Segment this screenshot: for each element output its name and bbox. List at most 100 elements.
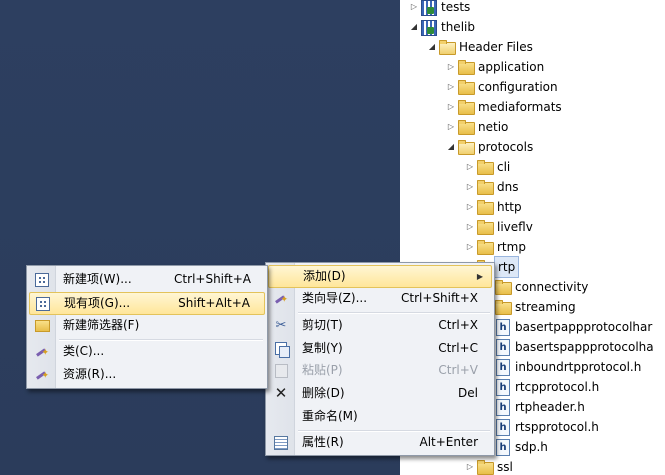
menu-item-new-filter[interactable]: 新建筛选器(F) — [29, 315, 265, 336]
tree-item-protocols[interactable]: ◢ protocols — [445, 137, 533, 157]
menu-item-paste: 粘贴(P) Ctrl+V — [268, 360, 492, 381]
menu-item-label: 类(C)... — [63, 344, 105, 358]
tree-item-label: thelib — [441, 20, 475, 34]
folder-icon — [457, 59, 475, 75]
tree-item-label: rtp — [494, 256, 520, 278]
folder-icon — [457, 99, 475, 115]
folder-icon — [494, 279, 512, 295]
menu-item-class[interactable]: 类(C)... — [29, 341, 265, 364]
expand-arrow-icon[interactable]: ▷ — [445, 97, 457, 117]
tree-item-label: Header Files — [459, 40, 533, 54]
tree-item-cli[interactable]: ▷ cli — [464, 157, 510, 177]
tree-item-configuration[interactable]: ▷ configuration — [445, 77, 558, 97]
menu-item-shortcut: Shift+Alt+A — [178, 296, 250, 310]
menu-item-label: 类向导(Z)... — [302, 291, 368, 305]
expand-arrow-icon[interactable]: ▷ — [445, 57, 457, 77]
tree-item-label: http — [497, 200, 522, 214]
tree-item-file[interactable]: rtcpprotocol.h — [494, 377, 599, 397]
expand-arrow-icon[interactable]: ▷ — [464, 237, 476, 257]
tree-item-label: application — [478, 60, 545, 74]
tree-item-application[interactable]: ▷ application — [445, 57, 544, 77]
tree-item-tests[interactable]: ▷ tests — [408, 0, 470, 17]
tree-item-label: liveflv — [497, 220, 533, 234]
collapse-arrow-icon[interactable]: ◢ — [426, 37, 438, 57]
menu-item-label: 复制(Y) — [302, 341, 343, 355]
folder-icon — [476, 199, 494, 215]
expand-arrow-icon[interactable]: ▷ — [464, 177, 476, 197]
menu-item-shortcut: Ctrl+V — [438, 363, 478, 377]
folder-icon — [476, 159, 494, 175]
menu-item-add[interactable]: 添加(D) ▶ — [268, 265, 492, 288]
tree-item-label: sdp.h — [515, 440, 548, 454]
tree-item-label: rtcpprotocol.h — [515, 380, 600, 394]
scissors-icon: ✂ — [275, 318, 287, 333]
expand-arrow-icon[interactable]: ▷ — [464, 217, 476, 237]
menu-item-rename[interactable]: 重命名(M) — [268, 406, 492, 427]
submenu-arrow-icon: ▶ — [476, 272, 483, 281]
tree-item-label: configuration — [478, 80, 558, 94]
expand-arrow-icon[interactable]: ▷ — [445, 77, 457, 97]
tree-item-header-files[interactable]: ◢ Header Files — [426, 37, 533, 57]
folder-icon — [457, 79, 475, 95]
tree-item-liveflv[interactable]: ▷ liveflv — [464, 217, 533, 237]
tree-item-label: streaming — [515, 300, 576, 314]
menu-item-properties[interactable]: 属性(R) Alt+Enter — [268, 432, 492, 453]
menu-item-label: 重命名(M) — [302, 409, 358, 423]
menu-item-class-wizard[interactable]: 类向导(Z)... Ctrl+Shift+X — [268, 288, 492, 311]
expand-arrow-icon[interactable]: ▷ — [464, 157, 476, 177]
tree-item-label: protocols — [478, 140, 534, 154]
menu-item-shortcut: Ctrl+Shift+A — [174, 272, 251, 286]
tree-item-file[interactable]: sdp.h — [494, 437, 548, 457]
header-file-icon — [494, 419, 512, 436]
folder-icon — [494, 299, 512, 315]
collapse-arrow-icon[interactable]: ◢ — [408, 17, 420, 37]
expand-arrow-icon[interactable]: ▷ — [408, 0, 420, 17]
header-file-icon — [494, 399, 512, 416]
tree-item-file[interactable]: basertspappprotocolha — [494, 337, 654, 357]
wizard-icon — [268, 288, 294, 311]
menu-item-label: 新建项(W)... — [63, 272, 132, 286]
header-file-icon — [494, 379, 512, 396]
header-file-icon — [494, 319, 512, 336]
paste-icon — [268, 360, 294, 381]
tree-item-file[interactable]: inboundrtpprotocol.h — [494, 357, 641, 377]
expand-arrow-icon[interactable]: ▷ — [464, 457, 476, 475]
menu-item-label: 剪切(T) — [302, 318, 343, 332]
tree-item-label: ssl — [497, 460, 513, 474]
menu-item-existing-item[interactable]: 现有项(G)... Shift+Alt+A — [29, 292, 265, 315]
tree-item-label: connectivity — [515, 280, 589, 294]
menu-item-cut[interactable]: ✂ 剪切(T) Ctrl+X — [268, 315, 492, 336]
project-icon — [420, 19, 438, 36]
menu-item-shortcut: Ctrl+Shift+X — [401, 291, 478, 305]
tree-item-thelib[interactable]: ◢ thelib — [408, 17, 475, 37]
tree-item-file[interactable]: rtspprotocol.h — [494, 417, 599, 437]
tree-item-mediaformats[interactable]: ▷ mediaformats — [445, 97, 562, 117]
add-submenu: 新建项(W)... Ctrl+Shift+A 现有项(G)... Shift+A… — [26, 265, 268, 389]
tree-item-ssl[interactable]: ▷ ssl — [464, 457, 513, 475]
tree-item-file[interactable]: rtpheader.h — [494, 397, 585, 417]
collapse-arrow-icon[interactable]: ◢ — [445, 137, 457, 157]
header-file-icon — [494, 339, 512, 356]
new-item-icon — [29, 269, 55, 290]
tree-item-label: cli — [497, 160, 511, 174]
menu-item-delete[interactable]: ✕ 删除(D) Del — [268, 383, 492, 404]
tree-item-connectivity[interactable]: connectivity — [494, 277, 588, 297]
menu-item-shortcut: Ctrl+C — [438, 341, 478, 355]
tree-item-file[interactable]: basertpappprotocolhar — [494, 317, 652, 337]
menu-item-copy[interactable]: 复制(Y) Ctrl+C — [268, 338, 492, 359]
menu-item-label: 新建筛选器(F) — [63, 318, 140, 332]
existing-item-icon — [30, 293, 56, 314]
tree-item-label: basertspappprotocolha — [515, 340, 654, 354]
expand-arrow-icon[interactable]: ▷ — [445, 117, 457, 137]
tree-item-rtmp[interactable]: ▷ rtmp — [464, 237, 526, 257]
tree-item-http[interactable]: ▷ http — [464, 197, 522, 217]
folder-icon — [476, 219, 494, 235]
tree-item-dns[interactable]: ▷ dns — [464, 177, 518, 197]
tree-item-label: inboundrtpprotocol.h — [515, 360, 642, 374]
expand-arrow-icon[interactable]: ▷ — [464, 197, 476, 217]
rename-icon — [268, 406, 294, 427]
menu-item-new-item[interactable]: 新建项(W)... Ctrl+Shift+A — [29, 269, 265, 290]
menu-item-resource[interactable]: 资源(R)... — [29, 364, 265, 387]
tree-item-netio[interactable]: ▷ netio — [445, 117, 508, 137]
tree-item-streaming[interactable]: streaming — [494, 297, 576, 317]
